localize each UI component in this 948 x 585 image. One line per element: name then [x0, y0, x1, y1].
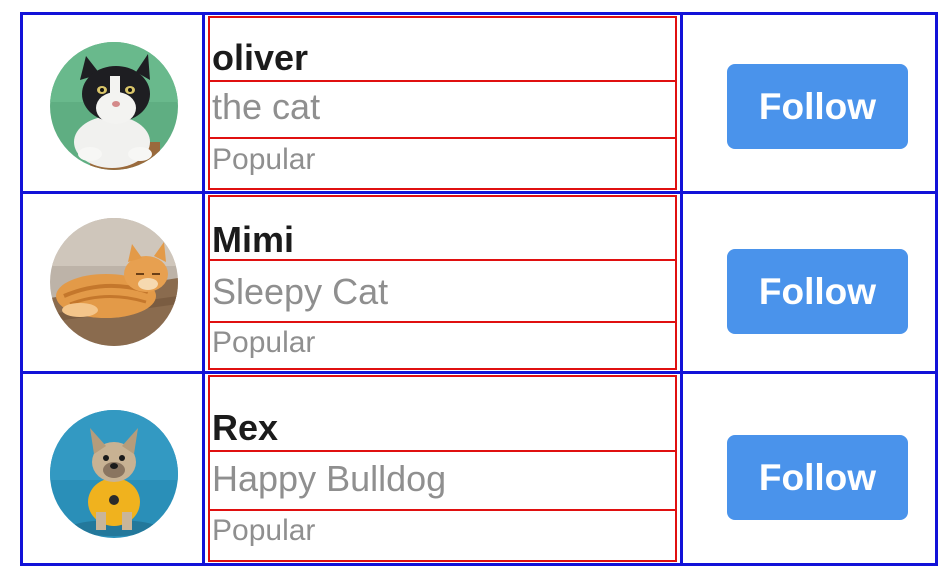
profile-name-row: oliver [210, 18, 675, 82]
profile-info-cell: Rex Happy Bulldog Popular [205, 374, 683, 563]
profile-subtitle-row: Happy Bulldog [210, 450, 675, 511]
profile-subtitle: the cat [212, 86, 321, 127]
avatar-cell [23, 374, 205, 563]
profile-tag: Popular [212, 514, 316, 547]
profile-info-box: Mimi Sleepy Cat Popular [208, 195, 677, 370]
profile-subtitle: Sleepy Cat [212, 271, 389, 312]
avatar[interactable] [50, 410, 178, 538]
profile-subtitle-row: Sleepy Cat [210, 259, 675, 323]
black-white-cat-photo-icon [50, 42, 178, 170]
profile-name: oliver [212, 37, 309, 78]
action-cell: Follow [683, 194, 935, 371]
profile-tag-row: Popular [210, 137, 675, 190]
profile-name-row: Mimi [210, 197, 675, 261]
avatar-cell [23, 15, 205, 191]
profile-tag: Popular [212, 143, 316, 176]
profile-subtitle: Happy Bulldog [212, 458, 447, 499]
action-cell: Follow [683, 15, 935, 191]
profile-name-row: Rex [210, 377, 675, 452]
profile-info-box: Rex Happy Bulldog Popular [208, 375, 677, 562]
avatar-cell [23, 194, 205, 371]
profile-tag: Popular [212, 326, 316, 359]
action-cell: Follow [683, 374, 935, 563]
profile-row-mimi: Mimi Sleepy Cat Popular Follow [20, 191, 938, 374]
profile-tag-row: Popular [210, 321, 675, 370]
profile-row-oliver: oliver the cat Popular Follow [20, 12, 938, 194]
profile-name: Rex [212, 407, 279, 448]
profile-tag-row: Popular [210, 509, 675, 560]
profile-row-rex: Rex Happy Bulldog Popular Follow [20, 371, 938, 566]
profile-info-cell: oliver the cat Popular [205, 15, 683, 191]
orange-tabby-cat-photo-icon [50, 218, 178, 346]
profile-subtitle-row: the cat [210, 80, 675, 139]
profile-info-cell: Mimi Sleepy Cat Popular [205, 194, 683, 371]
follow-button[interactable]: Follow [727, 64, 908, 149]
profile-name: Mimi [212, 219, 295, 260]
follow-button[interactable]: Follow [727, 435, 908, 520]
avatar[interactable] [50, 218, 178, 346]
french-bulldog-photo-icon [50, 410, 178, 538]
avatar[interactable] [50, 42, 178, 170]
follow-button[interactable]: Follow [727, 249, 908, 334]
profile-info-box: oliver the cat Popular [208, 16, 677, 190]
